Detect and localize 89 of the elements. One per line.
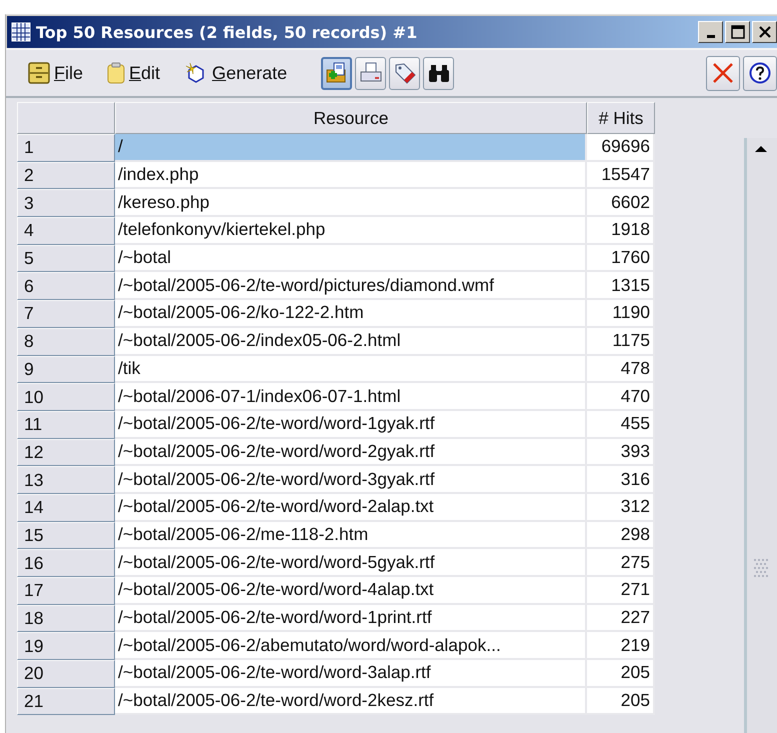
add-document-icon [326, 62, 348, 84]
row-header[interactable]: 10 [17, 383, 115, 411]
table-cell: /~botal/2005-06-2/te-word/word-1print.rtf [115, 604, 587, 632]
table-cell: 1175 [587, 328, 655, 356]
table-cell: 275 [587, 549, 655, 577]
help-icon [749, 62, 771, 84]
binoculars-icon [428, 62, 450, 84]
minimize-button[interactable] [698, 21, 723, 43]
row-header[interactable]: 21 [17, 688, 115, 716]
menu-item[interactable]: Edit [107, 62, 160, 84]
table-cell: 455 [587, 410, 655, 439]
table-cell: /~botal/2005-06-2/abemutato/word/word-alapok... [115, 632, 587, 660]
scrollbar[interactable] [744, 138, 777, 733]
table-cell: 205 [587, 660, 655, 688]
table-cell: 298 [587, 522, 655, 550]
table-cell: 1315 [587, 272, 655, 300]
table-cell: 69696 [587, 134, 655, 162]
table-cell: 6602 [587, 189, 655, 218]
table-cell: /~botal/2005-06-2/te-word/word-2alap.txt [115, 494, 587, 522]
table-cell: /~botal/2005-06-2/te-word/word-3gyak.rtf [115, 466, 587, 494]
table-cell: /~botal [115, 244, 587, 272]
table-cell: /tik [115, 356, 587, 384]
table-cell: 15547 [587, 162, 655, 190]
row-header[interactable]: 2 [17, 162, 115, 190]
help-button[interactable] [743, 56, 777, 90]
row-header[interactable]: 14 [17, 494, 115, 522]
table-cell: 205 [587, 688, 655, 716]
cabinet-icon [28, 62, 50, 84]
table-icon [11, 22, 31, 42]
minimize-icon [706, 35, 714, 38]
table-cell: 1190 [587, 300, 655, 328]
table-cell: 219 [587, 632, 655, 660]
row-header[interactable]: 13 [17, 466, 115, 494]
grip-icon[interactable] [753, 558, 769, 580]
table-cell: /kereso.php [115, 189, 587, 218]
row-header[interactable]: 16 [17, 549, 115, 577]
table-cell: 1918 [587, 217, 655, 245]
close-icon [712, 62, 734, 84]
table-cell: /~botal/2005-06-2/me-118-2.htm [115, 522, 587, 550]
row-header[interactable]: 6 [17, 272, 115, 300]
table-cell: /~botal/2005-06-2/te-word/word-5gyak.rtf [115, 549, 587, 577]
close-icon [758, 25, 772, 39]
row-header[interactable]: 5 [17, 244, 115, 272]
table-cell: 316 [587, 466, 655, 494]
table-cell: /telefonkonyv/kiertekel.php [115, 217, 587, 245]
table-cell: /~botal/2006-07-1/index06-07-1.html [115, 383, 587, 411]
scroll-up-icon[interactable] [754, 144, 768, 154]
row-header[interactable]: 15 [17, 522, 115, 550]
column-header[interactable]: Resource [115, 102, 587, 134]
table-cell: 271 [587, 577, 655, 605]
table-cell: /~botal/2005-06-2/te-word/word-2gyak.rtf [115, 438, 587, 466]
table-cell: /~botal/2005-06-2/te-word/pictures/diamond.wmf [115, 272, 587, 300]
table-cell: 227 [587, 604, 655, 632]
table-cell: / [115, 134, 587, 162]
row-header[interactable]: 1 [17, 134, 115, 162]
row-header[interactable]: 7 [17, 300, 115, 328]
column-header[interactable]: # Hits [587, 102, 655, 134]
table-cell: 478 [587, 356, 655, 384]
table-cell: 312 [587, 494, 655, 522]
row-header[interactable]: 17 [17, 577, 115, 605]
maximize-icon [730, 25, 744, 39]
table-cell: 470 [587, 383, 655, 411]
table-cell: /index.php [115, 162, 587, 190]
table-cell: /~botal/2005-06-2/ko-122-2.htm [115, 300, 587, 328]
clipboard-icon [107, 62, 126, 84]
table-cell: /~botal/2005-06-2/te-word/word-3alap.rtf [115, 660, 587, 688]
row-header[interactable]: 18 [17, 604, 115, 632]
tag-icon [394, 62, 416, 84]
menu-item[interactable]: File [28, 62, 84, 84]
table-cell: 393 [587, 438, 655, 466]
row-header[interactable]: 4 [17, 217, 115, 245]
table-cell: /~botal/2005-06-2/te-word/word-1gyak.rtf [115, 410, 587, 439]
table-cell: 1760 [587, 244, 655, 272]
menu-item[interactable]: Generate [184, 62, 288, 84]
printer-icon [360, 62, 382, 84]
window-title: Top 50 Resources (2 fields, 50 records) #1 [36, 22, 418, 42]
row-header[interactable]: 8 [17, 328, 115, 356]
toolbar-button[interactable] [423, 56, 454, 90]
row-header[interactable]: 20 [17, 660, 115, 688]
row-header[interactable]: 19 [17, 632, 115, 660]
row-header[interactable]: 12 [17, 438, 115, 466]
table-cell: /~botal/2005-06-2/index05-06-2.html [115, 328, 587, 356]
table-cell: /~botal/2005-06-2/te-word/word-4alap.txt [115, 577, 587, 605]
row-header[interactable]: 9 [17, 356, 115, 384]
table-cell: /~botal/2005-06-2/te-word/word-2kesz.rtf [115, 688, 587, 716]
toolbar-button[interactable] [321, 56, 352, 90]
row-header[interactable]: 11 [17, 410, 115, 439]
row-header[interactable]: 3 [17, 189, 115, 218]
maximize-button[interactable] [725, 21, 750, 43]
